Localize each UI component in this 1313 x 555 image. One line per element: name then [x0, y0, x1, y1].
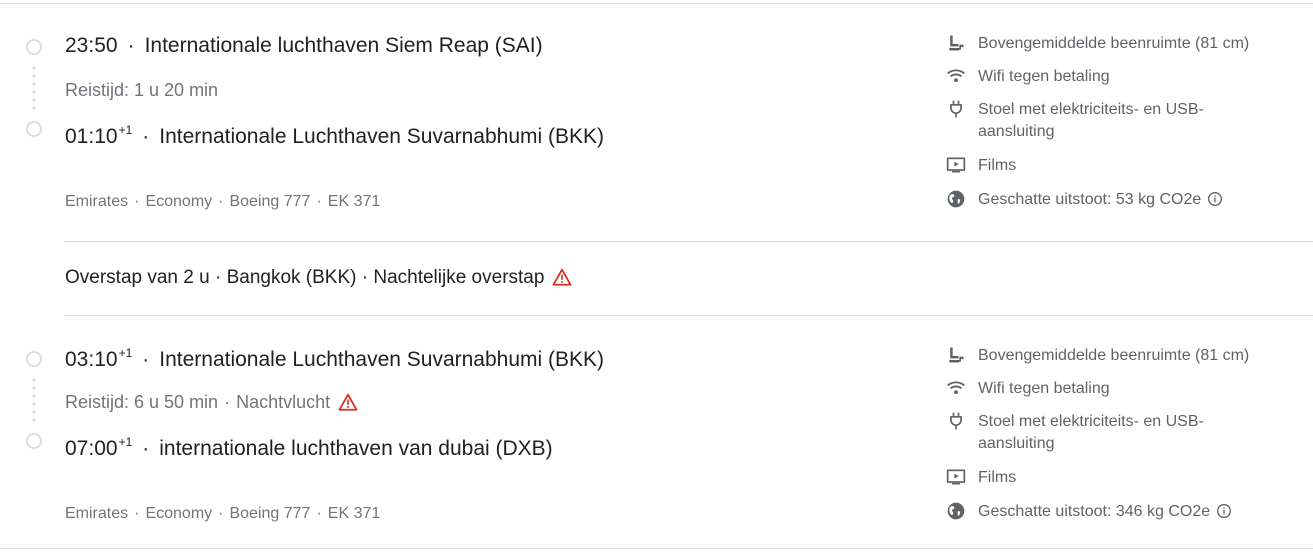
amenity-emissions: Geschatte uitstoot: 346 kg CO2e	[946, 501, 1278, 526]
departure-time: 23:50	[65, 34, 118, 57]
arrival-day-offset: +1	[118, 435, 133, 449]
layover-text: Overstap van 2 u · Bangkok (BKK) · Nacht…	[65, 267, 545, 288]
emissions-text: Geschatte uitstoot: 53 kg CO2e	[978, 191, 1202, 208]
arrival-airport: internationale luchthaven van dubai (DXB…	[159, 437, 553, 460]
globe-icon	[946, 501, 966, 521]
wifi-icon	[946, 66, 966, 86]
info-icon[interactable]	[1216, 503, 1232, 526]
power-plug-icon	[946, 99, 966, 119]
aircraft: Boeing 777	[229, 193, 311, 210]
flight-number: EK 371	[327, 505, 381, 522]
layover-info: Overstap van 2 u · Bangkok (BKK) · Nacht…	[65, 267, 572, 292]
segment-divider	[64, 315, 1313, 316]
arrival-circle-icon	[26, 433, 42, 449]
travel-time-text: Reistijd: 6 u 50 min	[65, 392, 219, 412]
movie-screen-icon	[946, 467, 966, 487]
travel-note: Nachtvlucht	[236, 392, 331, 412]
arrival-airport: Internationale Luchthaven Suvarnabhumi (…	[159, 125, 605, 148]
amenity-films: Films	[946, 155, 1278, 177]
amenity-text: Wifi tegen betaling	[978, 68, 1110, 85]
amenity-text: Geschatte uitstoot: 346 kg CO2e	[978, 501, 1278, 526]
amenity-films: Films	[946, 467, 1278, 489]
seat-legroom-icon	[946, 33, 966, 53]
meta-separator: ·	[218, 505, 224, 522]
info-icon[interactable]	[1207, 191, 1223, 214]
amenity-text: Geschatte uitstoot: 53 kg CO2e	[978, 189, 1278, 214]
departure-time: 03:10	[65, 348, 118, 371]
departure-line: 23:50 · Internationale luchthaven Siem Rea…	[65, 34, 543, 58]
arrival-time: 01:10	[65, 125, 118, 148]
amenity-text: Stoel met elektriciteits- en USB-aanslui…	[978, 413, 1204, 452]
flight-meta: Emirates · Economy · Boeing 777 · EK 371	[65, 505, 380, 523]
power-plug-icon	[946, 411, 966, 431]
airline: Emirates	[65, 505, 129, 522]
amenity-wifi: Wifi tegen betaling	[946, 66, 1278, 88]
meta-separator: ·	[218, 193, 224, 210]
flight-meta: Emirates · Economy · Boeing 777 · EK 371	[65, 193, 380, 211]
movie-screen-icon	[946, 155, 966, 175]
separator-dot: ·	[224, 392, 231, 412]
warning-icon	[338, 393, 358, 416]
wifi-icon	[946, 378, 966, 398]
warning-icon	[552, 268, 572, 292]
arrival-time: 07:00	[65, 437, 118, 460]
departure-day-offset: +1	[118, 346, 133, 360]
timeline-dots	[32, 64, 36, 112]
arrival-line: 01:10+1 · Internationale Luchthaven Suvarn…	[65, 123, 604, 149]
meta-separator: ·	[316, 505, 322, 522]
departure-circle-icon	[26, 39, 42, 55]
timeline-dots	[32, 376, 36, 424]
arrival-circle-icon	[26, 121, 42, 137]
meta-separator: ·	[316, 193, 322, 210]
amenity-text: Wifi tegen betaling	[978, 380, 1110, 397]
amenity-legroom: Bovengemiddelde beenruimte (81 cm)	[946, 345, 1278, 367]
separator-dot: ·	[142, 348, 150, 371]
top-divider	[0, 3, 1313, 4]
separator-dot: ·	[142, 437, 150, 460]
departure-line: 03:10+1 · Internationale Luchthaven Suvarn…	[65, 346, 604, 372]
travel-time: Reistijd: 6 u 50 min · Nachtvlucht	[65, 392, 358, 416]
globe-icon	[946, 189, 966, 209]
segment-divider	[64, 241, 1313, 242]
departure-airport: Internationale Luchthaven Suvarnabhumi (…	[159, 348, 605, 371]
departure-airport: Internationale luchthaven Siem Reap (SAI…	[144, 34, 543, 57]
airline: Emirates	[65, 193, 129, 210]
arrival-line: 07:00+1 · internationale luchthaven van du…	[65, 435, 553, 461]
amenity-text: Bovengemiddelde beenruimte (81 cm)	[978, 35, 1250, 52]
departure-circle-icon	[26, 351, 42, 367]
seat-legroom-icon	[946, 345, 966, 365]
travel-time-text: Reistijd: 1 u 20 min	[65, 80, 219, 100]
bottom-divider	[0, 548, 1313, 549]
aircraft: Boeing 777	[229, 505, 311, 522]
amenity-power: Stoel met elektriciteits- en USB-aanslui…	[946, 411, 1278, 455]
amenity-text: Films	[978, 157, 1017, 174]
separator-dot: ·	[127, 34, 135, 57]
meta-separator: ·	[134, 505, 140, 522]
flight-number: EK 371	[327, 193, 381, 210]
amenity-text: Bovengemiddelde beenruimte (81 cm)	[978, 347, 1250, 364]
amenity-text: Stoel met elektriciteits- en USB-aanslui…	[978, 101, 1204, 140]
amenity-wifi: Wifi tegen betaling	[946, 378, 1278, 400]
cabin-class: Economy	[145, 193, 213, 210]
separator-dot: ·	[142, 125, 150, 148]
amenity-legroom: Bovengemiddelde beenruimte (81 cm)	[946, 33, 1278, 55]
cabin-class: Economy	[145, 505, 213, 522]
amenity-emissions: Geschatte uitstoot: 53 kg CO2e	[946, 189, 1278, 214]
amenity-power: Stoel met elektriciteits- en USB-aanslui…	[946, 99, 1278, 143]
arrival-day-offset: +1	[118, 123, 133, 137]
amenity-text: Films	[978, 469, 1017, 486]
travel-time: Reistijd: 1 u 20 min	[65, 80, 218, 101]
emissions-text: Geschatte uitstoot: 346 kg CO2e	[978, 503, 1211, 520]
meta-separator: ·	[134, 193, 140, 210]
